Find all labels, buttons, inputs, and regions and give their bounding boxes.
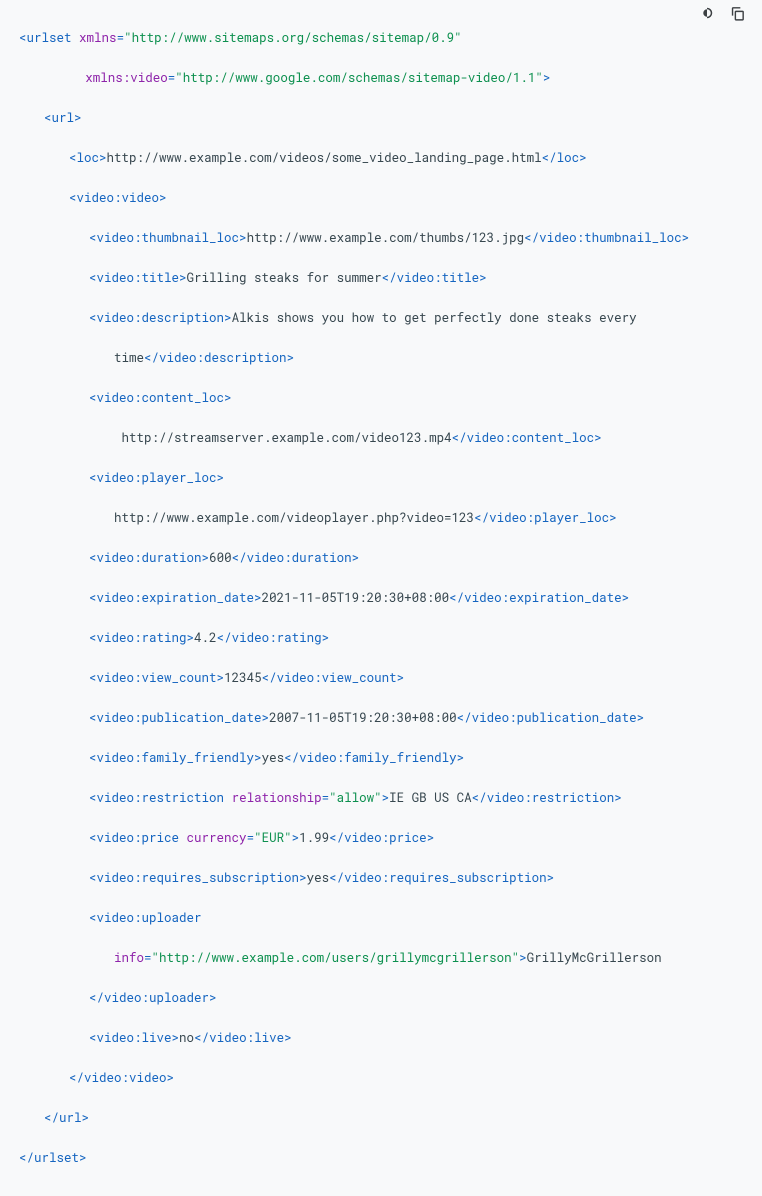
code-line: </urlset> bbox=[14, 1148, 748, 1168]
code-line: <video:rating>4.2</video:rating> bbox=[14, 628, 748, 648]
code-line: <video:duration>600</video:duration> bbox=[14, 548, 748, 568]
code-line: </video:uploader> bbox=[14, 988, 748, 1008]
code-line: xmlns:video="http://www.google.com/schem… bbox=[14, 68, 748, 88]
code-line: <url> bbox=[14, 108, 748, 128]
code-line: <video:content_loc> bbox=[14, 388, 748, 408]
code-line: <video:price currency="EUR">1.99</video:… bbox=[14, 828, 748, 848]
code-line: <video:view_count>12345</video:view_coun… bbox=[14, 668, 748, 688]
code-line: <video:requires_subscription>yes</video:… bbox=[14, 868, 748, 888]
theme-toggle-icon[interactable] bbox=[698, 4, 716, 22]
code-line: <video:restriction relationship="allow">… bbox=[14, 788, 748, 808]
code-line: </video:video> bbox=[14, 1068, 748, 1088]
code-line: <video:description>Alkis shows you how t… bbox=[14, 308, 748, 328]
code-toolbar bbox=[698, 4, 746, 22]
code-line: info="http://www.example.com/users/grill… bbox=[14, 948, 748, 968]
code-line: <video:thumbnail_loc>http://www.example.… bbox=[14, 228, 748, 248]
code-line: time</video:description> bbox=[14, 348, 748, 368]
copy-icon[interactable] bbox=[728, 4, 746, 22]
code-line: <video:live>no</video:live> bbox=[14, 1028, 748, 1048]
code-line: <video:video> bbox=[14, 188, 748, 208]
code-line: http://streamserver.example.com/video123… bbox=[14, 428, 748, 448]
code-line: <video:uploader bbox=[14, 908, 748, 928]
code-line: <loc>http://www.example.com/videos/some_… bbox=[14, 148, 748, 168]
code-line: <video:title>Grilling steaks for summer<… bbox=[14, 268, 748, 288]
code-line: <video:player_loc> bbox=[14, 468, 748, 488]
code-line: <urlset xmlns="http://www.sitemaps.org/s… bbox=[14, 28, 748, 48]
code-line: <video:expiration_date>2021-11-05T19:20:… bbox=[14, 588, 748, 608]
code-line: <video:publication_date>2007-11-05T19:20… bbox=[14, 708, 748, 728]
code-block: <urlset xmlns="http://www.sitemaps.org/s… bbox=[0, 0, 762, 1196]
code-line: <video:family_friendly>yes</video:family… bbox=[14, 748, 748, 768]
code-line: </url> bbox=[14, 1108, 748, 1128]
code-line: http://www.example.com/videoplayer.php?v… bbox=[14, 508, 748, 528]
